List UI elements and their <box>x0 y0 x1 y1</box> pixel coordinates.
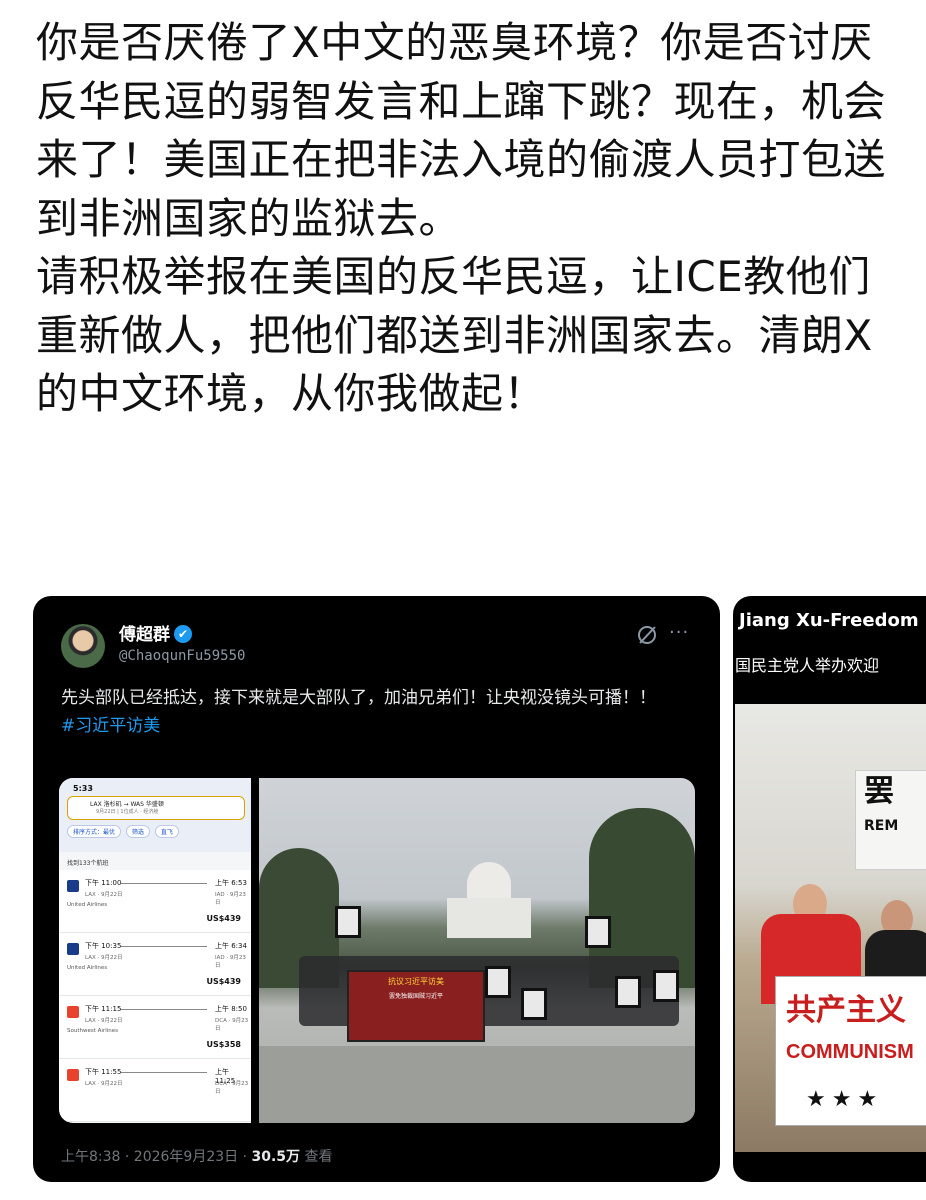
banner-subtitle: 罢免独裁国贼习近平 <box>388 993 443 1000</box>
airline-logo-icon <box>67 1069 79 1081</box>
origin: LAX · 9月22日 <box>85 955 123 961</box>
plaza-ground <box>259 1046 695 1123</box>
route-line <box>121 883 207 884</box>
flight-search-screenshot[interactable]: 5:33 LAX 洛杉矶 → WAS 华盛顿 9月22日 | 1位成人 · 经济… <box>59 778 251 1123</box>
origin: LAX · 9月22日 <box>85 1018 123 1024</box>
route-text: LAX 洛杉矶 → WAS 华盛顿 <box>90 801 164 808</box>
flight-row: 下午 11:15 上午 8:50 LAX · 9月22日 DCA · 9月23日… <box>59 996 251 1059</box>
airline-name: United Airlines <box>67 902 108 908</box>
route-line <box>121 1009 207 1010</box>
more-options-icon[interactable]: ··· <box>669 622 689 643</box>
airline-name: United Airlines <box>67 965 108 971</box>
portrait-sign <box>521 988 547 1020</box>
destination: DCA · 9月23日 <box>215 1081 249 1095</box>
post-paragraph-2: 请积极举报在美国的反华民逗，让ICE教他们重新做人，把他们都送到非洲国家去。清朗… <box>36 252 873 418</box>
view-label: 查看 <box>300 1149 333 1165</box>
filter-row: 排序方式：最优 筛选 直飞 <box>67 825 182 838</box>
grok-icon[interactable] <box>636 624 658 646</box>
tweet-body: 先头部队已经抵达，接下来就是大部队了，加油兄弟们！让央视没镜头可播！！ #习近平… <box>61 684 681 740</box>
departure-time: 下午 11:55 <box>85 1068 122 1076</box>
avatar[interactable] <box>61 624 105 668</box>
origin: LAX · 9月22日 <box>85 1081 123 1087</box>
results-count: 找到133个航班 <box>67 860 109 867</box>
author-display-name[interactable]: 傅超群 <box>119 625 170 645</box>
departure-time: 下午 11:00 <box>85 879 122 887</box>
tweet-timestamp: 上午8:38 · 2026年9月23日 · 30.5万 查看 <box>61 1146 333 1166</box>
capitol-building <box>447 898 531 938</box>
banner-title: 共产主义 <box>786 993 906 1028</box>
tweet-media[interactable]: 5:33 LAX 洛杉矶 → WAS 华盛顿 9月22日 | 1位成人 · 经济… <box>59 778 695 1123</box>
price: US$358 <box>206 1040 241 1049</box>
flight-row: 下午 10:35 上午 6:34 LAX · 9月22日 IAD · 9月23日… <box>59 933 251 996</box>
flight-row: 下午 11:00 上午 6:53 LAX · 9月22日 IAD · 9月23日… <box>59 870 251 933</box>
protest-banner: 共产主义 COMMUNISM ★★★ <box>775 976 926 1126</box>
destination: IAD · 9月23日 <box>215 892 246 906</box>
airline-name: Southwest Airlines <box>67 1028 118 1034</box>
view-count[interactable]: 30.5万 <box>252 1149 301 1165</box>
origin: LAX · 9月22日 <box>85 892 123 898</box>
arrival-time: 上午 8:50 <box>215 1005 247 1013</box>
portrait-sign <box>653 970 679 1002</box>
portrait-sign <box>585 916 611 948</box>
card-title: Jiang Xu-Freedom <box>739 610 919 631</box>
sign-text: 罢 <box>864 774 894 809</box>
route-line <box>121 946 207 947</box>
banner-title: 抗议习近平访美 <box>388 977 444 986</box>
quoted-tweet-card[interactable]: 傅超群 ✔ @ChaoqunFu59550 ··· 先头部队已经抵达，接下来就是大… <box>33 596 720 1182</box>
post-time: 上午8:38 · 2026年9月23日 · <box>61 1149 252 1165</box>
banner-english: COMMUNISM <box>786 1041 914 1063</box>
departure-time: 下午 10:35 <box>85 942 122 950</box>
destination: IAD · 9月23日 <box>215 955 246 969</box>
author-name[interactable]: 傅超群 ✔ <box>119 620 192 645</box>
filter-chip: 排序方式：最优 <box>67 825 122 838</box>
airline-logo-icon <box>67 943 79 955</box>
arrival-time: 上午 6:34 <box>215 942 247 950</box>
post-paragraph-1: 你是否厌倦了X中文的恶臭环境？你是否讨厌反华民逗的弱智发言和上蹿下跳？现在，机会… <box>36 18 887 243</box>
star-icon: ★★★ <box>806 1087 884 1112</box>
event-photo[interactable]: 罢 REM 共产主义 COMMUNISM ★★★ 4 <box>735 704 926 1152</box>
protest-banner: 抗议习近平访美 罢免独裁国贼习近平 <box>347 970 485 1042</box>
arrival-time: 上午 6:53 <box>215 879 247 887</box>
second-card[interactable]: Jiang Xu-Freedom 国民主党人举办欢迎 罢 REM 共产主义 CO… <box>733 596 926 1182</box>
author-handle[interactable]: @ChaoqunFu59550 <box>119 648 245 664</box>
filter-chip: 筛选 <box>125 825 150 838</box>
portrait-sign <box>485 966 511 998</box>
hashtag-link[interactable]: #习近平访美 <box>61 712 681 740</box>
sign-subtext: REM <box>864 818 899 834</box>
departure-time: 下午 11:15 <box>85 1005 122 1013</box>
filter-chip: 直飞 <box>154 825 179 838</box>
route-line <box>121 1072 207 1073</box>
post-text: 你是否厌倦了X中文的恶臭环境？你是否讨厌反华民逗的弱智发言和上蹿下跳？现在，机会… <box>36 14 906 424</box>
verified-badge-icon: ✔ <box>174 625 192 643</box>
card-subtitle: 国民主党人举办欢迎 <box>735 656 880 675</box>
price: US$439 <box>206 914 241 923</box>
portrait-sign <box>615 976 641 1008</box>
tweet-text: 先头部队已经抵达，接下来就是大部队了，加油兄弟们！让央视没镜头可播！！ <box>61 688 656 708</box>
airline-logo-icon <box>67 1006 79 1018</box>
flight-row: 下午 11:55 上午 11:25 LAX · 9月22日 DCA · 9月23… <box>59 1059 251 1122</box>
route-subtext: 9月22日 | 1位成人 · 经济舱 <box>96 809 159 815</box>
route-box: LAX 洛杉矶 → WAS 华盛顿 9月22日 | 1位成人 · 经济舱 <box>67 796 245 820</box>
price: US$439 <box>206 977 241 986</box>
portrait-sign <box>335 906 361 938</box>
rally-photo[interactable]: 抗议习近平访美 罢免独裁国贼习近平 <box>259 778 695 1123</box>
destination: DCA · 9月23日 <box>215 1018 249 1032</box>
protest-sign: 罢 REM <box>855 770 926 870</box>
capitol-dome <box>467 862 511 902</box>
airline-logo-icon <box>67 880 79 892</box>
phone-time: 5:33 <box>73 784 93 793</box>
